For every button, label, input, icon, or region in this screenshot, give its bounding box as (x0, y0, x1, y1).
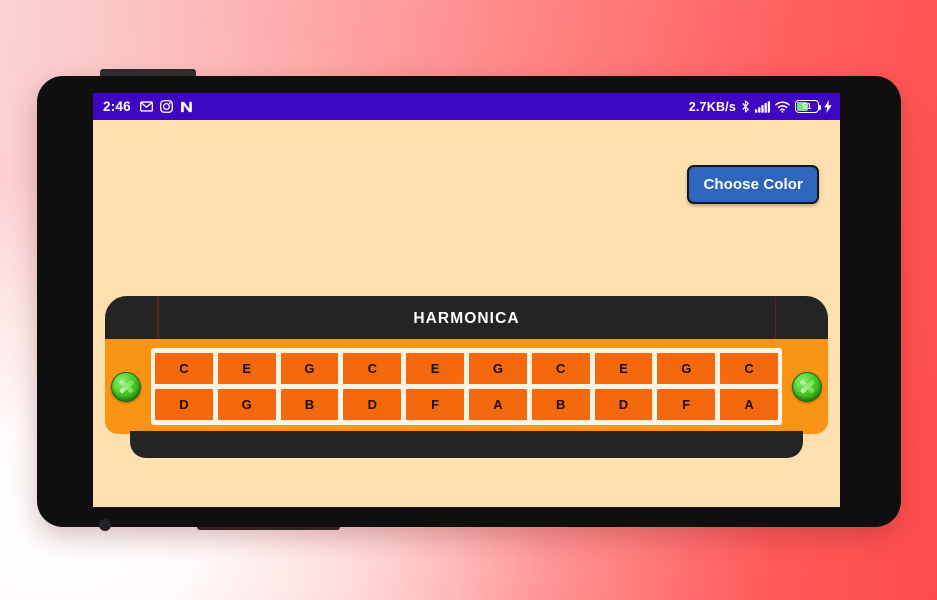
app-content: Choose Color HARMONICA CEGCEGCEGC DGBDFA… (93, 120, 840, 507)
blow-note-cell-1[interactable]: C (155, 353, 213, 384)
wifi-icon (775, 100, 790, 113)
harmonica-title: HARMONICA (413, 309, 520, 327)
proximity-sensor-icon (99, 519, 111, 531)
battery-level: 51 (802, 102, 812, 111)
plate-seam-right (774, 297, 776, 341)
blow-note-cell-9[interactable]: G (657, 353, 716, 384)
blow-note-row: CEGCEGCEGC (155, 353, 778, 384)
draw-note-row: DGBDFABDFA (155, 389, 778, 420)
plate-seam-left (157, 297, 159, 341)
gmail-icon (139, 101, 153, 112)
draw-note-cell-10[interactable]: A (720, 389, 778, 420)
blow-note-cell-6[interactable]: G (468, 353, 527, 384)
blow-note-cell-5[interactable]: E (406, 353, 464, 384)
blow-note-cell-10[interactable]: C (720, 353, 778, 384)
blow-note-cell-2[interactable]: E (217, 353, 276, 384)
screw-icon-left[interactable] (111, 371, 141, 402)
choose-color-button[interactable]: Choose Color (687, 165, 819, 204)
draw-note-cell-4[interactable]: D (343, 389, 402, 420)
note-grid: CEGCEGCEGC DGBDFABDFA (151, 348, 782, 425)
draw-note-cell-5[interactable]: F (406, 389, 464, 420)
status-bar: 2:46 2.7KB/s 51 (93, 93, 840, 120)
harmonica-bottom-plate (130, 431, 803, 458)
harmonica-top-plate: HARMONICA (105, 296, 828, 341)
instagram-icon (159, 100, 173, 113)
blow-note-cell-7[interactable]: C (531, 353, 590, 384)
bluetooth-icon (741, 100, 750, 113)
signal-icon (755, 100, 770, 113)
harmonica-comb: CEGCEGCEGC DGBDFABDFA (105, 339, 828, 434)
draw-note-cell-3[interactable]: B (280, 389, 339, 420)
n-app-icon (180, 101, 193, 113)
draw-note-cell-8[interactable]: D (594, 389, 653, 420)
blow-note-cell-4[interactable]: C (343, 353, 402, 384)
blow-note-cell-8[interactable]: E (594, 353, 653, 384)
draw-note-cell-1[interactable]: D (155, 389, 213, 420)
status-bar-right: 2.7KB/s 51 (689, 100, 832, 114)
draw-note-cell-9[interactable]: F (657, 389, 716, 420)
phone-screen: 2:46 2.7KB/s 51 Choose Color HARMONICA C… (93, 93, 840, 507)
status-clock: 2:46 (103, 99, 131, 114)
battery-icon: 51 (795, 100, 822, 113)
screw-icon-right[interactable] (792, 371, 822, 402)
network-speed: 2.7KB/s (688, 99, 736, 114)
blow-note-cell-3[interactable]: G (280, 353, 339, 384)
charging-bolt-icon (824, 100, 832, 113)
draw-note-cell-6[interactable]: A (468, 389, 527, 420)
draw-note-cell-7[interactable]: B (531, 389, 590, 420)
status-bar-left: 2:46 (103, 99, 193, 114)
draw-note-cell-2[interactable]: G (217, 389, 276, 420)
harmonica-instrument: HARMONICA CEGCEGCEGC DGBDFABDFA (105, 296, 828, 466)
